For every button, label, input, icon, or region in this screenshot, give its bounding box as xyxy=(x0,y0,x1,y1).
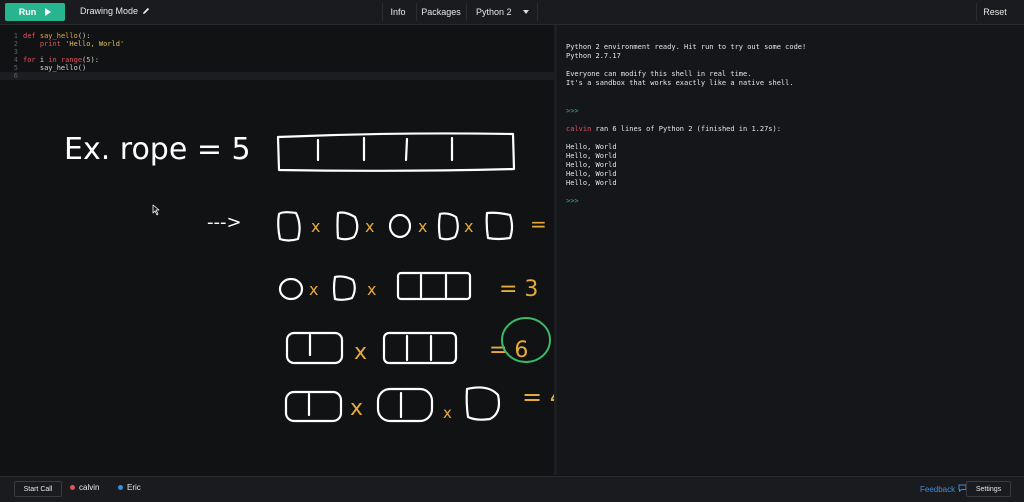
run-label: Run xyxy=(18,7,37,17)
pencil-icon xyxy=(142,7,150,15)
user-color-dot xyxy=(118,485,123,490)
result-row-3: = 6 xyxy=(489,338,528,363)
times-sign: x xyxy=(365,217,374,236)
console-output: Hello, World xyxy=(566,143,617,151)
console-run-line: calvin ran 6 lines of Python 2 (finished… xyxy=(566,125,781,134)
rope-rectangle xyxy=(276,132,516,172)
drawing-arrow: ---> xyxy=(207,212,242,233)
console-output: Hello, World xyxy=(566,161,617,169)
rope-segment xyxy=(437,212,459,241)
rope-segment xyxy=(336,211,359,241)
console-output: Hello, World xyxy=(566,179,617,187)
drawing-heading: Ex. rope = 5 xyxy=(64,132,251,167)
drawing-canvas[interactable]: Ex. rope = 5 ---> x x x x x x x x x = 1 … xyxy=(0,25,554,475)
drawing-mode-label: Drawing Mode xyxy=(80,6,139,16)
user-name: calvin xyxy=(79,483,100,492)
console-version-line: Python 2.7.17 xyxy=(566,52,621,60)
packages-label: Packages xyxy=(421,7,461,17)
user-presence[interactable]: Eric xyxy=(118,483,141,492)
times-sign: x xyxy=(443,404,452,422)
rope-divider xyxy=(404,137,409,162)
rope-segment xyxy=(382,331,458,365)
console-run-user: calvin xyxy=(566,125,592,133)
start-call-label: Start Call xyxy=(23,485,53,493)
drawing-mode-toggle[interactable]: Drawing Mode xyxy=(80,6,150,16)
user-presence[interactable]: calvin xyxy=(70,483,99,492)
language-selected: Python 2 xyxy=(476,7,512,17)
settings-label: Settings xyxy=(975,485,1002,493)
times-sign: x xyxy=(464,217,473,236)
rope-segment xyxy=(278,277,304,301)
console-pane[interactable]: Python 2 environment ready. Hit run to t… xyxy=(557,25,1024,475)
result-row-4: = 4 xyxy=(522,383,554,411)
times-sign: x xyxy=(309,280,318,299)
console-prompt: >>> xyxy=(566,107,579,115)
user-name: Eric xyxy=(127,483,141,492)
white-strokes xyxy=(152,132,516,423)
times-sign: x xyxy=(367,280,376,299)
rope-segment xyxy=(465,386,501,421)
language-select[interactable]: Python 2 xyxy=(466,3,538,21)
console-output: Hello, World xyxy=(566,170,617,178)
rope-segment xyxy=(388,213,412,239)
result-row-2: = 3 xyxy=(499,277,538,302)
top-toolbar: Run Drawing Mode Info Packages Python 2 … xyxy=(0,0,1024,25)
chevron-down-icon xyxy=(523,10,529,14)
console-ready-line: Python 2 environment ready. Hit run to t… xyxy=(566,43,807,51)
rope-segment xyxy=(396,271,472,301)
times-sign: x xyxy=(354,340,367,365)
results: = 1 = 3 = 6 = 4 xyxy=(489,212,554,411)
feedback-label: Feedback xyxy=(920,484,956,494)
user-color-dot xyxy=(70,485,75,490)
rope-segment xyxy=(284,390,343,423)
times-sign: x xyxy=(418,217,427,236)
start-call-button[interactable]: Start Call xyxy=(14,481,62,497)
mouse-cursor-icon xyxy=(152,204,160,216)
rope-segment xyxy=(332,275,356,301)
console-run-message: ran 6 lines of Python 2 (finished in 1.2… xyxy=(591,125,781,133)
rope-segment xyxy=(277,211,301,242)
rope-segment xyxy=(285,331,344,365)
reset-button[interactable]: Reset xyxy=(976,3,1013,21)
console-output: Hello, World xyxy=(566,152,617,160)
info-label: Info xyxy=(390,7,406,17)
reset-label: Reset xyxy=(983,7,1007,17)
console-info-line: It's a sandbox that works exactly like a… xyxy=(566,79,794,87)
times-sign: x xyxy=(311,217,320,236)
packages-button[interactable]: Packages xyxy=(416,3,465,21)
feedback-link[interactable]: Feedback xyxy=(920,484,967,494)
rope-segment xyxy=(485,211,514,241)
play-icon xyxy=(45,8,52,16)
settings-button[interactable]: Settings xyxy=(966,481,1011,497)
console-prompt[interactable]: >>> xyxy=(566,197,579,206)
rope-segment xyxy=(376,387,434,423)
console-info-line: Everyone can modify this shell in real t… xyxy=(566,70,752,78)
run-button[interactable]: Run xyxy=(5,3,65,21)
result-row-1: = 1 xyxy=(530,212,554,236)
bottom-bar: Start Call calvin Eric Feedback Settings xyxy=(0,476,1024,502)
info-button[interactable]: Info xyxy=(382,3,413,21)
times-sign: x xyxy=(350,396,363,421)
